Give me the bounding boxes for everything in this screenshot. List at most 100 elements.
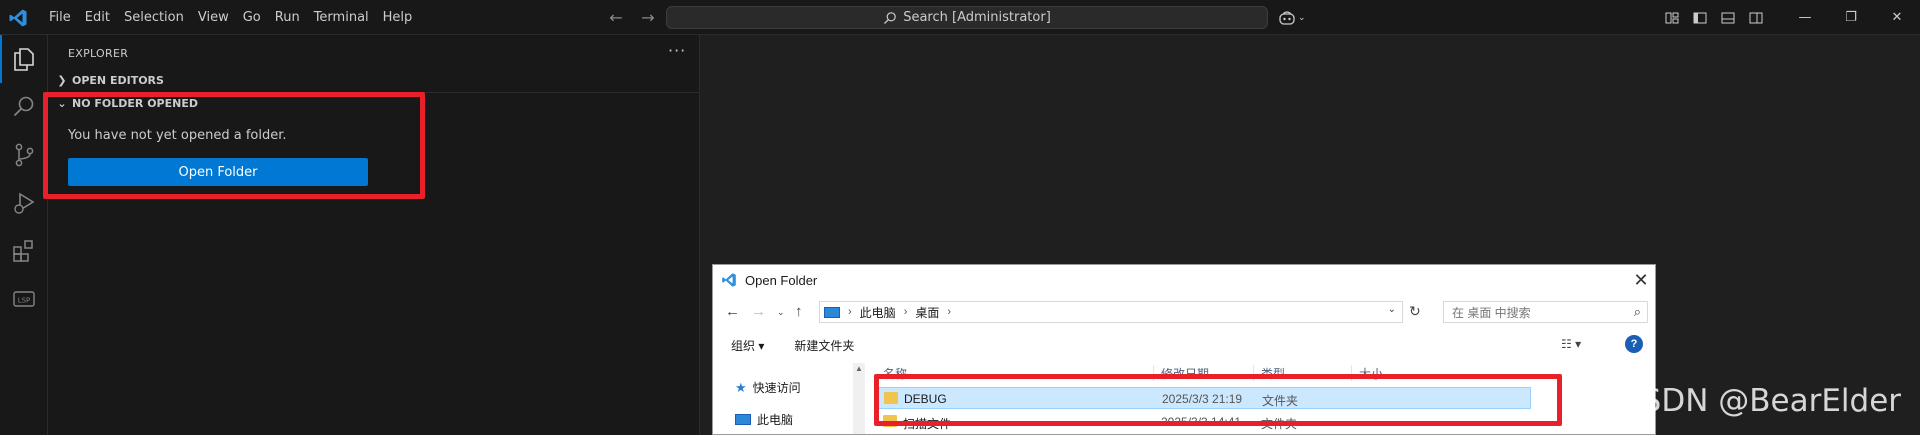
chevron-down-icon: ⌄ [57,97,67,110]
column-divider [1253,365,1254,381]
monitor-icon [824,306,840,318]
search-icon [884,11,897,24]
minimize-icon[interactable]: — [1782,0,1828,35]
open-editors-label: OPEN EDITORS [72,73,164,87]
menu-help[interactable]: Help [376,6,420,30]
no-folder-section[interactable]: ⌄ NO FOLDER OPENED [48,92,700,114]
menu-terminal[interactable]: Terminal [307,6,376,30]
menu-go[interactable]: Go [236,6,268,30]
menu-view[interactable]: View [191,6,236,30]
search-label: Search [Administrator] [903,10,1051,25]
back-arrow-icon[interactable]: ← [725,303,740,320]
dialog-toolbar: 组织 ▾ 新建文件夹 ☷ ▾ ? [713,331,1655,359]
lsp-icon[interactable]: LSP [0,275,48,323]
nav-quick-access-label: 快速访问 [752,381,801,395]
breadcrumb-this-pc[interactable]: 此电脑 [860,304,896,321]
menu-file[interactable]: File [42,6,78,30]
explorer-sidebar: EXPLORER ··· ❯ OPEN EDITORS ⌄ NO FOLDER … [48,35,700,435]
explorer-icon[interactable] [0,35,48,83]
breadcrumb-separator: › [848,306,852,318]
vscode-logo-icon [9,9,27,27]
toggle-primary-sidebar-icon[interactable] [1688,8,1712,28]
no-folder-label: NO FOLDER OPENED [72,97,198,110]
folder-icon [884,392,898,404]
file-type: 文件夹 [1261,417,1298,431]
svg-text:LSP: LSP [18,297,31,305]
up-arrow-icon[interactable]: ↑ [795,303,803,320]
breadcrumb-desktop[interactable]: 桌面 [915,304,939,321]
dialog-nav-bar: ← → ⌄ ↑ › 此电脑 › 桌面 › ⌄ ↻ 在 桌面 中搜索 ⌕ [713,297,1655,327]
file-name: 扫描文件 [903,417,952,431]
column-header-name[interactable]: 名称 [883,365,907,382]
nav-scrollbar[interactable]: ▲ [853,363,865,434]
star-icon: ★ [735,379,747,395]
dialog-title-bar: Open Folder ✕ [713,265,1655,295]
copilot-icon [1279,11,1295,25]
navigation-pane: ★ 快速访问 此电脑 [713,363,865,434]
nav-this-pc-label: 此电脑 [757,413,794,427]
toggle-secondary-sidebar-icon[interactable] [1744,8,1768,28]
sidebar-title: EXPLORER [68,47,129,60]
menu-selection[interactable]: Selection [117,6,191,30]
nav-this-pc[interactable]: 此电脑 [735,411,793,428]
customize-layout-icon[interactable] [1660,8,1684,28]
activity-bar: LSP [0,35,48,435]
file-date: 2025/3/3 14:41 [1161,415,1242,429]
dialog-title: Open Folder [745,272,818,288]
help-icon[interactable]: ? [1625,335,1643,353]
search-icon[interactable] [0,83,48,131]
column-divider [1351,365,1352,381]
forward-arrow-icon[interactable]: → [751,303,766,320]
column-header-date[interactable]: 修改日期 [1161,365,1209,382]
view-options-icon[interactable]: ☷ ▾ [1561,337,1581,351]
nav-quick-access[interactable]: ★ 快速访问 [735,379,801,396]
forward-arrow-icon[interactable]: → [638,8,658,28]
search-icon: ⌕ [1633,304,1641,319]
open-editors-section[interactable]: ❯ OPEN EDITORS [48,69,700,91]
scroll-up-arrow-icon[interactable]: ▲ [853,363,865,375]
folder-icon [883,415,897,427]
window-controls: — ❐ ✕ [1660,0,1920,35]
column-divider [1153,365,1154,381]
more-actions-icon[interactable]: ··· [668,41,686,60]
breadcrumb-separator: › [903,306,908,318]
file-row-scan[interactable]: 扫描文件 2025/3/3 14:41 文件夹 [877,411,1531,433]
address-bar[interactable]: › 此电脑 › 桌面 › ⌄ [819,301,1403,323]
source-control-icon[interactable] [0,131,48,179]
watermark: CSDN @BearElder [1620,383,1902,419]
back-arrow-icon[interactable]: ← [606,8,626,28]
open-folder-button[interactable]: Open Folder [68,158,368,186]
toggle-panel-icon[interactable] [1716,8,1740,28]
chevron-down-icon[interactable]: ⌄ [1388,304,1396,315]
organize-button[interactable]: 组织 ▾ [731,337,764,354]
restore-icon[interactable]: ❐ [1828,0,1874,35]
file-date: 2025/3/3 21:19 [1162,392,1243,406]
menu-edit[interactable]: Edit [78,6,117,30]
chevron-right-icon: ❯ [57,73,67,87]
run-debug-icon[interactable] [0,179,48,227]
vscode-logo-icon [722,273,736,287]
close-icon[interactable]: ✕ [1874,0,1920,35]
copilot-button[interactable]: ⌄ [1278,8,1310,28]
title-bar: File Edit Selection View Go Run Terminal… [0,0,1920,35]
menu-bar: File Edit Selection View Go Run Terminal… [42,0,419,35]
monitor-icon [735,414,751,425]
history-nav: ← → [606,8,658,28]
file-row-debug[interactable]: DEBUG 2025/3/3 21:19 文件夹 [877,387,1531,409]
file-name: DEBUG [904,392,947,406]
open-folder-dialog: Open Folder ✕ ← → ⌄ ↑ › 此电脑 › 桌面 › ⌄ ↻ 在… [712,264,1656,435]
chevron-down-icon: ⌄ [1298,13,1306,23]
extensions-icon[interactable] [0,227,48,275]
breadcrumb-separator: › [947,306,952,318]
column-header-type[interactable]: 类型 [1261,365,1285,382]
no-folder-message: You have not yet opened a folder. [68,128,287,143]
dialog-search-input[interactable]: 在 桌面 中搜索 ⌕ [1443,301,1648,323]
menu-run[interactable]: Run [268,6,307,30]
command-center-search[interactable]: Search [Administrator] [666,6,1268,29]
file-list: 名称 修改日期 类型 大小 DEBUG 2025/3/3 21:19 文件夹 扫… [869,363,1655,434]
refresh-icon[interactable]: ↻ [1409,303,1421,320]
dialog-close-icon[interactable]: ✕ [1631,270,1651,290]
recent-locations-icon[interactable]: ⌄ [777,307,785,318]
new-folder-button[interactable]: 新建文件夹 [794,337,854,354]
column-header-size[interactable]: 大小 [1359,365,1383,382]
